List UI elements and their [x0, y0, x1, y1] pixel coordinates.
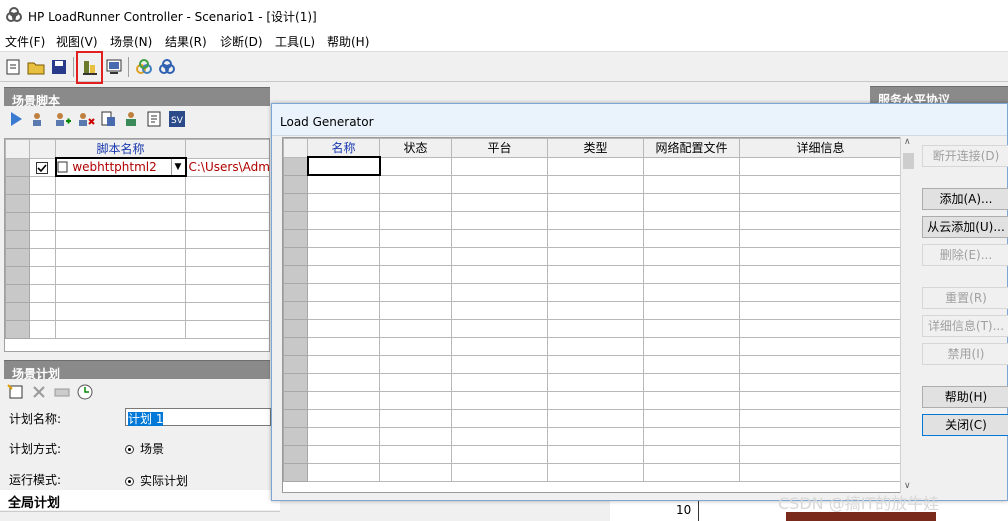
chevron-down-icon[interactable]: ▼: [170, 160, 184, 174]
menu-file[interactable]: 文件(F): [5, 33, 45, 50]
analysis-icon[interactable]: [157, 57, 177, 77]
disconnect-button[interactable]: 断开连接(D): [922, 145, 1008, 167]
add-from-cloud-button[interactable]: 从云添加(U)...: [922, 216, 1008, 238]
delete-icon[interactable]: [29, 382, 49, 402]
watermark: CSDN @搞IT的放牛娃: [778, 494, 940, 513]
plan-mode-label: 计划方式:: [9, 442, 62, 456]
menu-scenario[interactable]: 场景(N): [110, 33, 152, 50]
dialog-title: Load Generator: [280, 115, 374, 129]
schedule-clock-icon[interactable]: [75, 382, 95, 402]
column-header-details[interactable]: 详细信息: [739, 138, 902, 158]
plan-name-input[interactable]: 计划 1: [125, 408, 271, 426]
svg-text:SV: SV: [171, 116, 184, 126]
load-generator-grid: 名称 状态 平台 类型 网络配置文件 详细信息: [282, 137, 916, 493]
runtime-settings-icon[interactable]: [98, 109, 118, 129]
scripts-toolbar: SV: [4, 106, 270, 132]
plan-name-value: 计划 1: [128, 412, 164, 426]
dialog-title-bar[interactable]: Load Generator: [272, 104, 1007, 136]
menu-tools[interactable]: 工具(L): [275, 33, 315, 50]
menu-results[interactable]: 结果(R): [165, 33, 207, 50]
script-enabled-checkbox[interactable]: [29, 157, 56, 177]
column-header-type[interactable]: 类型: [547, 138, 644, 158]
close-button[interactable]: 关闭(C): [922, 414, 1008, 436]
reset-button[interactable]: 重置(R): [922, 287, 1008, 309]
delete-button[interactable]: 删除(E)...: [922, 244, 1008, 266]
menu-bar: 文件(F) 视图(V) 场景(N) 结果(R) 诊断(D) 工具(L) 帮助(H…: [0, 30, 1008, 52]
title-bar: HP LoadRunner Controller - Scenario1 - […: [0, 0, 1008, 30]
disable-button[interactable]: 禁用(I): [922, 343, 1008, 365]
scripts-panel-title: 场景脚本: [4, 87, 270, 108]
add-group-icon[interactable]: [52, 109, 72, 129]
loadrunner-logo-icon: [6, 7, 22, 22]
script-name-cell[interactable]: webhttphtml2 ▼: [54, 157, 187, 177]
run-mode-label: 运行模式:: [9, 473, 62, 487]
view-script-icon[interactable]: [144, 109, 164, 129]
column-header-platform[interactable]: 平台: [451, 138, 548, 158]
global-plan-title: 全局计划: [0, 490, 280, 511]
script-path: C:\Users\Adminis: [185, 157, 269, 177]
scrollbar-thumb[interactable]: [903, 153, 914, 169]
sv-icon[interactable]: SV: [167, 109, 187, 129]
plan-mode-radio[interactable]: 场景: [125, 440, 164, 457]
check-icon: [37, 163, 47, 172]
design-studio-icon[interactable]: [134, 57, 154, 77]
script-file-icon: [57, 161, 67, 173]
plan-name-label: 计划名称:: [9, 412, 62, 426]
main-toolbar: [0, 52, 1008, 82]
column-header-status[interactable]: 状态: [379, 138, 452, 158]
chart-axis-tick: 10: [676, 503, 692, 517]
vusers-icon[interactable]: [29, 109, 49, 129]
run-icon[interactable]: [6, 109, 26, 129]
table-row[interactable]: webhttphtml2 ▼ C:\Users\Adminis: [5, 157, 269, 177]
new-schedule-icon[interactable]: [6, 382, 26, 402]
toolbar-highlight-box: [76, 51, 103, 84]
menu-diagnostics[interactable]: 诊断(D): [220, 33, 263, 50]
plan-toolbar: [4, 379, 270, 405]
run-mode-radio[interactable]: 实际计划: [125, 472, 188, 489]
grid-scrollbar[interactable]: ∨ ∧: [900, 137, 916, 493]
rename-icon[interactable]: [52, 382, 72, 402]
open-folder-icon[interactable]: [26, 57, 46, 77]
window-title: HP LoadRunner Controller - Scenario1 - […: [28, 10, 317, 24]
plan-panel-title: 场景计划: [4, 360, 270, 381]
save-icon[interactable]: [49, 57, 69, 77]
column-header-script-name[interactable]: 脚本名称: [55, 139, 186, 159]
details-button[interactable]: 详细信息(T)...: [922, 315, 1008, 337]
plan-mode-value: 场景: [140, 442, 165, 456]
column-header-name[interactable]: 名称: [307, 138, 380, 158]
scripts-grid: 脚本名称 webhttphtml2 ▼ C:\Users\Adminis: [4, 138, 270, 352]
script-name: webhttphtml2: [72, 160, 157, 174]
menu-help[interactable]: 帮助(H): [327, 33, 369, 50]
column-header-network-profile[interactable]: 网络配置文件: [643, 138, 740, 158]
help-button[interactable]: 帮助(H): [922, 386, 1008, 408]
add-button[interactable]: 添加(A)...: [922, 188, 1008, 210]
load-generator-dialog: Load Generator 名称 状态 平台 类型 网络配置文件 详细信息 ∨…: [271, 103, 1008, 501]
remove-group-icon[interactable]: [75, 109, 95, 129]
run-mode-value: 实际计划: [140, 474, 189, 488]
new-scenario-icon[interactable]: [4, 57, 24, 77]
active-cell[interactable]: [306, 156, 381, 176]
menu-view[interactable]: 视图(V): [56, 33, 98, 50]
monitor-icon[interactable]: [104, 57, 124, 77]
chevron-up-icon[interactable]: ∧: [904, 137, 911, 147]
group-details-icon[interactable]: [121, 109, 141, 129]
table-row[interactable]: [283, 156, 902, 176]
